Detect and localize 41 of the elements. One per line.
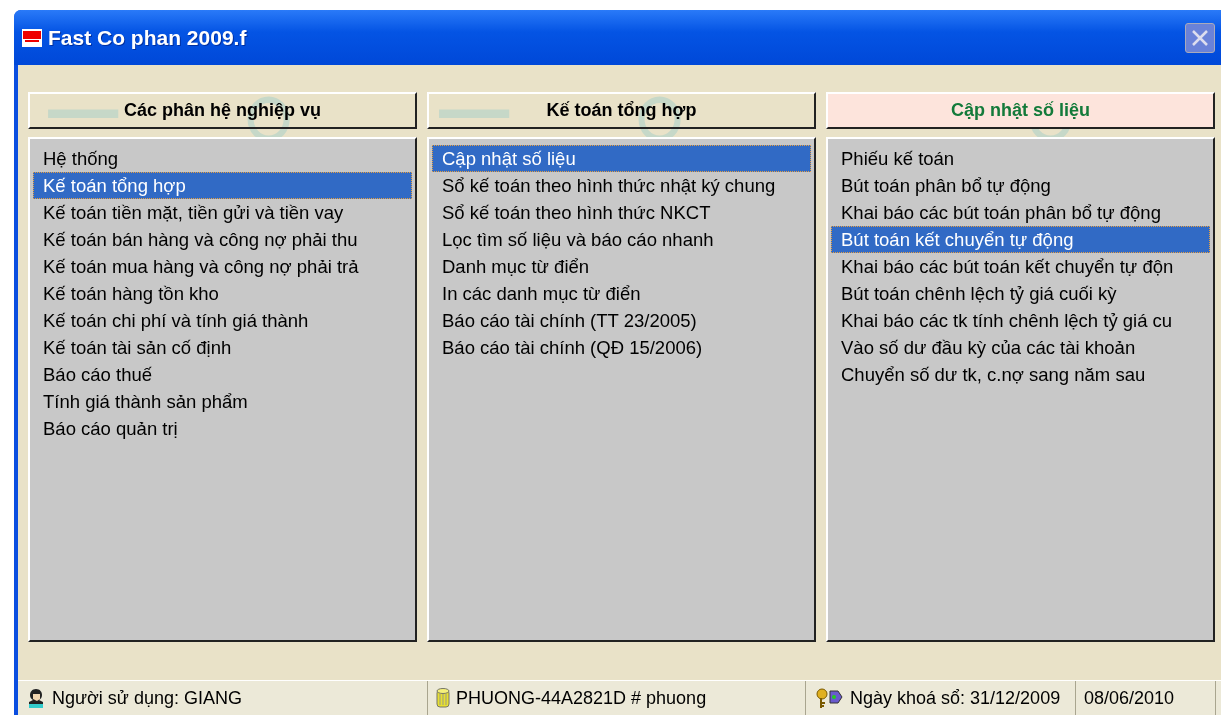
- menu-item[interactable]: Phiếu kế toán: [831, 145, 1210, 172]
- person-icon: [26, 687, 46, 709]
- menu-item[interactable]: Kế toán tiền mặt, tiền gửi và tiền vay: [33, 199, 412, 226]
- close-icon: [1191, 28, 1209, 47]
- menu-item[interactable]: Báo cáo thuế: [33, 361, 412, 388]
- menu-item[interactable]: Kế toán tài sản cố định: [33, 334, 412, 361]
- user-status: Người sử dụng: GIANG: [52, 687, 242, 709]
- menu-item[interactable]: Bút toán kết chuyển tự động: [831, 226, 1210, 253]
- menu-item[interactable]: Sổ kế toán theo hình thức NKCT: [432, 199, 811, 226]
- menu-item[interactable]: Chuyển số dư tk, c.nợ sang năm sau: [831, 361, 1210, 388]
- menu-item[interactable]: Hệ thống: [33, 145, 412, 172]
- column-header[interactable]: Các phân hệ nghiệp vụ: [28, 92, 417, 129]
- menu-item[interactable]: Danh mục từ điển: [432, 253, 811, 280]
- menu-item[interactable]: Bút toán phân bổ tự động: [831, 172, 1210, 199]
- menu-item[interactable]: Cập nhật số liệu: [432, 145, 811, 172]
- menu-item[interactable]: Khai báo các bút toán kết chuyển tự độn: [831, 253, 1210, 280]
- menu-item[interactable]: Lọc tìm số liệu và báo cáo nhanh: [432, 226, 811, 253]
- menu-item[interactable]: Báo cáo quản trị: [33, 415, 412, 442]
- column-header[interactable]: Cập nhật số liệu: [826, 92, 1215, 129]
- menu-item[interactable]: Báo cáo tài chính (QĐ 15/2006): [432, 334, 811, 361]
- menu-item[interactable]: Kế toán tổng hợp: [33, 172, 412, 199]
- menu-item[interactable]: Tính giá thành sản phẩm: [33, 388, 412, 415]
- menu-item[interactable]: In các danh mục từ điển: [432, 280, 811, 307]
- key-icon: [814, 687, 844, 709]
- close-button[interactable]: [1185, 22, 1215, 53]
- menu-item[interactable]: Kế toán hàng tồn kho: [33, 280, 412, 307]
- menu-item[interactable]: Báo cáo tài chính (TT 23/2005): [432, 307, 811, 334]
- window-title: Fast Co phan 2009.f: [48, 25, 248, 50]
- menu-item[interactable]: Sổ kế toán theo hình thức nhật ký chung: [432, 172, 811, 199]
- menu-item[interactable]: Bút toán chênh lệch tỷ giá cuối kỳ: [831, 280, 1210, 307]
- menu-item[interactable]: Khai báo các tk tính chênh lệch tỷ giá cu: [831, 307, 1210, 334]
- menu-item[interactable]: Khai báo các bút toán phân bổ tự động: [831, 199, 1210, 226]
- column-header[interactable]: Kế toán tổng hợp: [427, 92, 816, 129]
- menu-item[interactable]: Kế toán mua hàng và công nợ phải trả: [33, 253, 412, 280]
- menu-item[interactable]: Vào số dư đầu kỳ của các tài khoản: [831, 334, 1210, 361]
- database-status: PHUONG-44A2821D # phuong: [456, 687, 707, 709]
- date-status: 08/06/2010: [1084, 687, 1175, 709]
- lock-date-status: Ngày khoá sổ: 31/12/2009: [850, 687, 1061, 709]
- menu-item[interactable]: Kế toán chi phí và tính giá thành: [33, 307, 412, 334]
- menu-item[interactable]: Kế toán bán hàng và công nợ phải thu: [33, 226, 412, 253]
- database-icon: [436, 687, 450, 709]
